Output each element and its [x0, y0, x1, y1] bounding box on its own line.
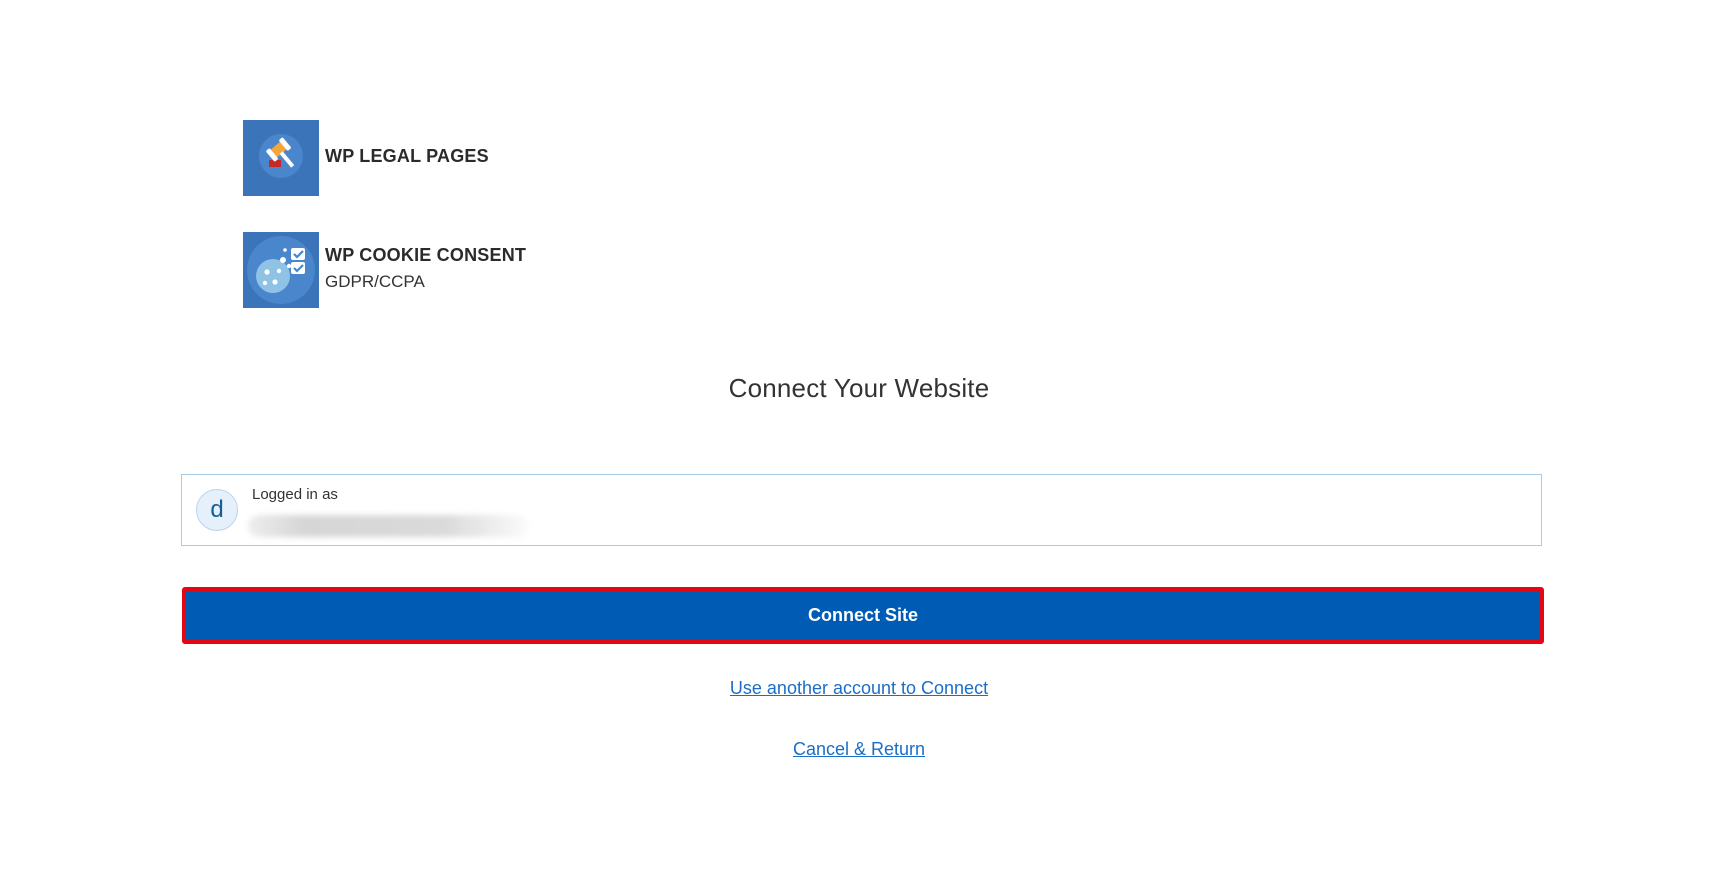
- product-wp-legal-pages: WP LEGAL PAGES: [243, 120, 489, 196]
- gavel-icon: [243, 120, 319, 196]
- product-name: WP LEGAL PAGES: [325, 146, 489, 166]
- product-subtitle: GDPR/CCPA: [325, 272, 425, 291]
- connect-site-button[interactable]: Connect Site: [182, 587, 1544, 644]
- product-wp-cookie-consent: WP COOKIE CONSENT GDPR/CCPA: [243, 232, 526, 308]
- other-account-link-row: Use another account to Connect: [0, 678, 1718, 699]
- cookie-checklist-icon: [243, 232, 319, 308]
- page-title: Connect Your Website: [728, 373, 990, 403]
- use-another-account-link[interactable]: Use another account to Connect: [730, 678, 988, 698]
- cancel-link-row: Cancel & Return: [0, 739, 1718, 760]
- account-card: d Logged in as: [181, 474, 1542, 546]
- avatar: d: [196, 489, 238, 531]
- product-name: WP COOKIE CONSENT: [325, 245, 527, 265]
- redacted-account-email: [248, 515, 528, 537]
- logged-in-label: Logged in as: [252, 486, 338, 503]
- connect-page: WP LEGAL PAGES WP COOKIE CONSENT GDPR/CC…: [0, 0, 1718, 893]
- cancel-return-link[interactable]: Cancel & Return: [793, 739, 925, 759]
